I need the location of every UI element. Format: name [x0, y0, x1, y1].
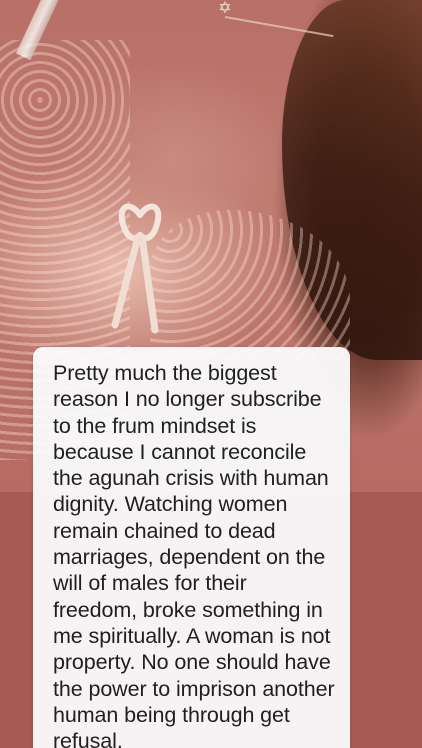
star-of-david-icon: ✡: [218, 0, 232, 17]
ribbon-bow-icon: [111, 203, 162, 334]
text-sticker-card: Pretty much the biggest reason I no long…: [33, 347, 350, 748]
story-view: ✡ Pretty much the biggest reason I no lo…: [0, 0, 422, 748]
card-body-text: Pretty much the biggest reason I no long…: [53, 361, 335, 748]
